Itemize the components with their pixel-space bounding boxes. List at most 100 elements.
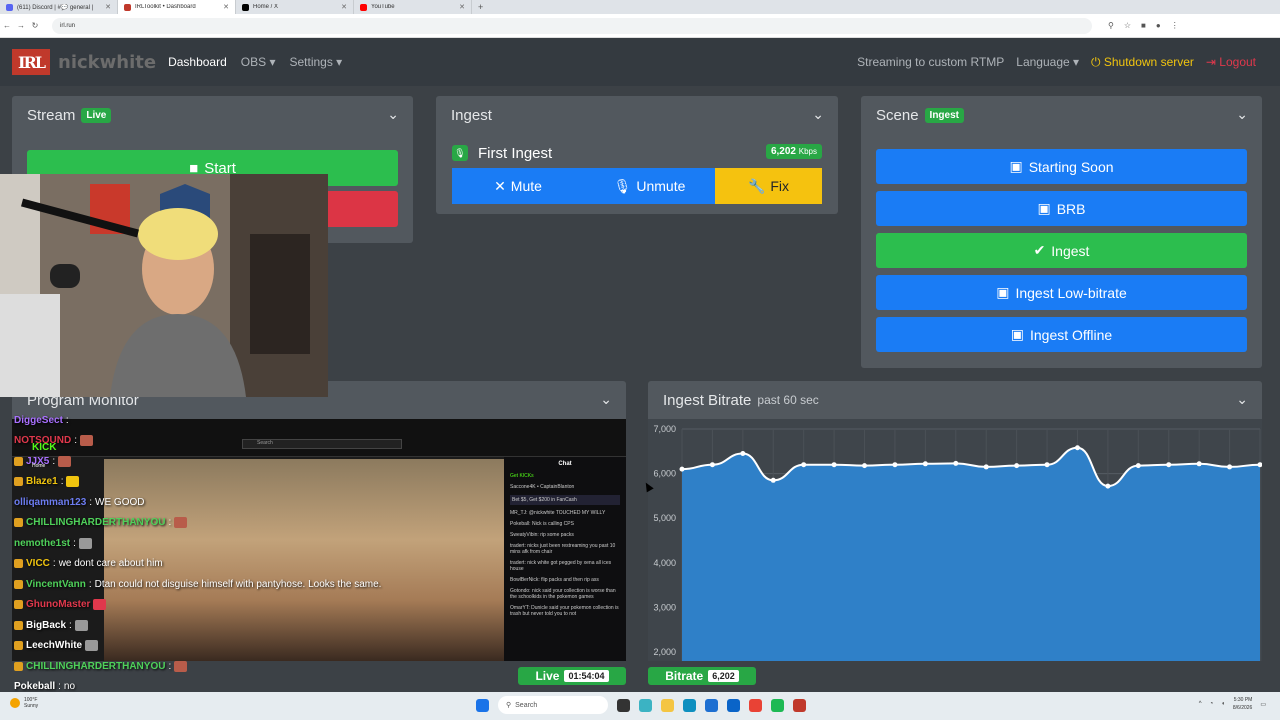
close-icon[interactable]: ✕ <box>341 3 347 11</box>
scene-button-starting-soon[interactable]: ▣ Starting Soon <box>876 149 1247 184</box>
chevron-down-icon[interactable]: ⌄ <box>1236 391 1248 408</box>
notification-icon[interactable]: ▭ <box>1260 701 1266 708</box>
forward-icon[interactable]: → <box>14 21 28 30</box>
bitrate-point <box>1074 445 1080 451</box>
chevron-down-icon[interactable]: ⌄ <box>387 106 399 123</box>
ingest-bitrate-card: Ingest Bitrate past 60 sec ⌄ 7,000 6,000 5… <box>648 381 1262 661</box>
browser-tab[interactable]: YouTube ✕ <box>354 0 472 14</box>
browser-tab-active[interactable]: IRLToolkit • Dashboard ✕ <box>118 0 236 14</box>
scene-label: BRB <box>1056 200 1086 217</box>
chat-line: Gotondo: nick said your collection is wo… <box>510 588 616 600</box>
taskbar-search[interactable]: ⚲ Search <box>498 696 608 714</box>
outlook-icon[interactable] <box>727 698 740 712</box>
store-icon[interactable] <box>705 698 718 712</box>
browser-tab-bar: (611) Discord | #💬 general | ✕ IRLToolki… <box>0 0 1280 14</box>
shutdown-server-button[interactable]: ⏻ Shutdown server <box>1091 55 1194 70</box>
bitrate-point <box>770 477 776 483</box>
windows-start-icon[interactable] <box>476 698 489 712</box>
live-status: Live 01:54:04 <box>518 667 626 685</box>
chat-text: Dtan could not disguise himself with pan… <box>94 578 382 590</box>
new-tab-button[interactable]: + <box>472 2 489 12</box>
chat-line: MR_TJ: @nickwhite TOUCHED MY WILLY <box>510 510 606 516</box>
ingest-card-header[interactable]: Ingest ⌄ <box>436 96 838 134</box>
stream-chat-overlay: DiggeSect: NOTSOUND: JJX5: Blaze1: olliq… <box>14 410 454 710</box>
card-title: Ingest <box>451 106 492 124</box>
nav-obs-dropdown[interactable]: OBS ▾ <box>241 55 276 69</box>
webcam-overlay <box>0 174 328 397</box>
chat-line: OmarYT: Dunicle said your pokemon collec… <box>510 605 619 617</box>
mute-label: Mute <box>510 178 542 194</box>
spotify-icon[interactable] <box>771 698 784 712</box>
logout-icon: ⇥ <box>1205 55 1220 69</box>
search-icon: ⚲ <box>506 702 512 709</box>
star-icon[interactable]: ☆ <box>1124 21 1131 30</box>
chat-username: olliqamman123 <box>14 496 87 508</box>
menu-icon[interactable]: ⋮ <box>1171 21 1179 30</box>
chat-line: SweatyVibin: rip some packs <box>510 532 574 538</box>
chrome-icon[interactable] <box>749 698 762 712</box>
chevron-up-icon[interactable]: ^ <box>1199 701 1202 707</box>
unmute-button[interactable]: 🎙 Unmute <box>584 168 715 204</box>
nav-dashboard[interactable]: Dashboard <box>168 55 227 69</box>
back-icon[interactable]: ← <box>0 21 14 30</box>
shutdown-label: Shutdown server <box>1103 54 1194 69</box>
taskbar-apps: ⚲ Search <box>476 696 806 714</box>
browser-tab[interactable]: Home / X ✕ <box>236 0 354 14</box>
scene-button-ingest-offline[interactable]: ▣ Ingest Offline <box>876 317 1247 352</box>
badge-icon <box>14 559 23 569</box>
chevron-down-icon[interactable]: ⌄ <box>812 106 824 123</box>
app-icon[interactable] <box>793 698 806 712</box>
scene-button-ingest-low-bitrate[interactable]: ▣ Ingest Low-bitrate <box>876 275 1247 310</box>
live-badge: Live <box>81 107 112 123</box>
close-icon[interactable]: ✕ <box>105 3 111 11</box>
scene-card-header[interactable]: Scene Ingest ⌄ <box>861 96 1262 134</box>
scene-button-brb[interactable]: ▣ BRB <box>876 191 1247 226</box>
fix-button[interactable]: 🔧 Fix <box>715 168 822 204</box>
brand-logo[interactable]: IRL nickwhite <box>12 49 156 75</box>
scene-button-ingest[interactable]: ✔ Ingest <box>876 233 1247 268</box>
clock[interactable]: 5:30 PM 8/6/2026 <box>1233 696 1252 712</box>
mute-button[interactable]: ✕ Mute <box>452 168 584 204</box>
image-icon: ▣ <box>1009 158 1023 174</box>
bitrate-chart-area: 7,000 6,000 5,000 4,000 3,000 2,000 <box>648 419 1262 661</box>
wrench-icon: 🔧 <box>747 177 766 194</box>
streaming-status: Streaming to custom RTMP <box>857 55 1005 69</box>
chat-message: nemothe1st: <box>14 533 454 554</box>
reload-icon[interactable]: ↻ <box>28 21 42 30</box>
logout-button[interactable]: ⇥ Logout <box>1206 55 1256 69</box>
browser-tab[interactable]: (611) Discord | #💬 general | ✕ <box>0 0 118 14</box>
emote-icon <box>174 660 188 672</box>
stream-card-header[interactable]: Stream Live ⌄ <box>12 96 413 134</box>
emote-icon <box>174 517 188 529</box>
chevron-down-icon[interactable]: ⌄ <box>1236 106 1248 123</box>
bitrate-point <box>1135 463 1141 469</box>
bitrate-status: Bitrate 6,202 <box>648 667 756 685</box>
search-label: Search <box>515 701 538 709</box>
address-bar-row: ← → ↻ irl.run ⚲ ☆ ■ ● ⋮ <box>0 14 1280 38</box>
discord-icon <box>6 3 13 11</box>
emote-icon <box>58 455 72 467</box>
weather-widget[interactable]: 100°F Sunny <box>10 697 38 709</box>
close-icon[interactable]: ✕ <box>223 3 229 11</box>
profile-icon[interactable]: ● <box>1156 21 1161 30</box>
close-icon[interactable]: ✕ <box>459 3 465 11</box>
url-field[interactable]: irl.run <box>52 17 1092 34</box>
chat-line: tradert: nick white got pegged by xena a… <box>510 560 612 572</box>
extension-icon[interactable]: ■ <box>1141 21 1146 30</box>
chat-line: BowlBerNick: flip packs and then rip ass <box>510 577 599 583</box>
copilot-icon[interactable] <box>639 698 652 712</box>
chat-line: tradert: nicks just been restreaming you… <box>510 543 616 555</box>
chevron-down-icon[interactable]: ⌄ <box>600 391 612 408</box>
wifi-icon[interactable]: ◔ <box>1210 701 1214 707</box>
bitrate-point <box>1014 463 1020 469</box>
os-taskbar: 100°F Sunny ⚲ Search ^ ◔ ◖ 5:30 PM 8/6/2026… <box>0 692 1280 720</box>
edge-icon[interactable] <box>683 698 696 712</box>
kbps-unit: Kbps <box>798 147 817 156</box>
file-explorer-icon[interactable] <box>661 698 674 712</box>
volume-icon[interactable]: ◖ <box>1221 701 1225 707</box>
bitrate-card-header[interactable]: Ingest Bitrate past 60 sec ⌄ <box>648 381 1262 419</box>
task-view-icon[interactable] <box>617 698 630 712</box>
zoom-icon[interactable]: ⚲ <box>1108 21 1114 30</box>
nav-settings-dropdown[interactable]: Settings ▾ <box>289 55 342 69</box>
language-dropdown[interactable]: Language ▾ <box>1016 55 1079 69</box>
